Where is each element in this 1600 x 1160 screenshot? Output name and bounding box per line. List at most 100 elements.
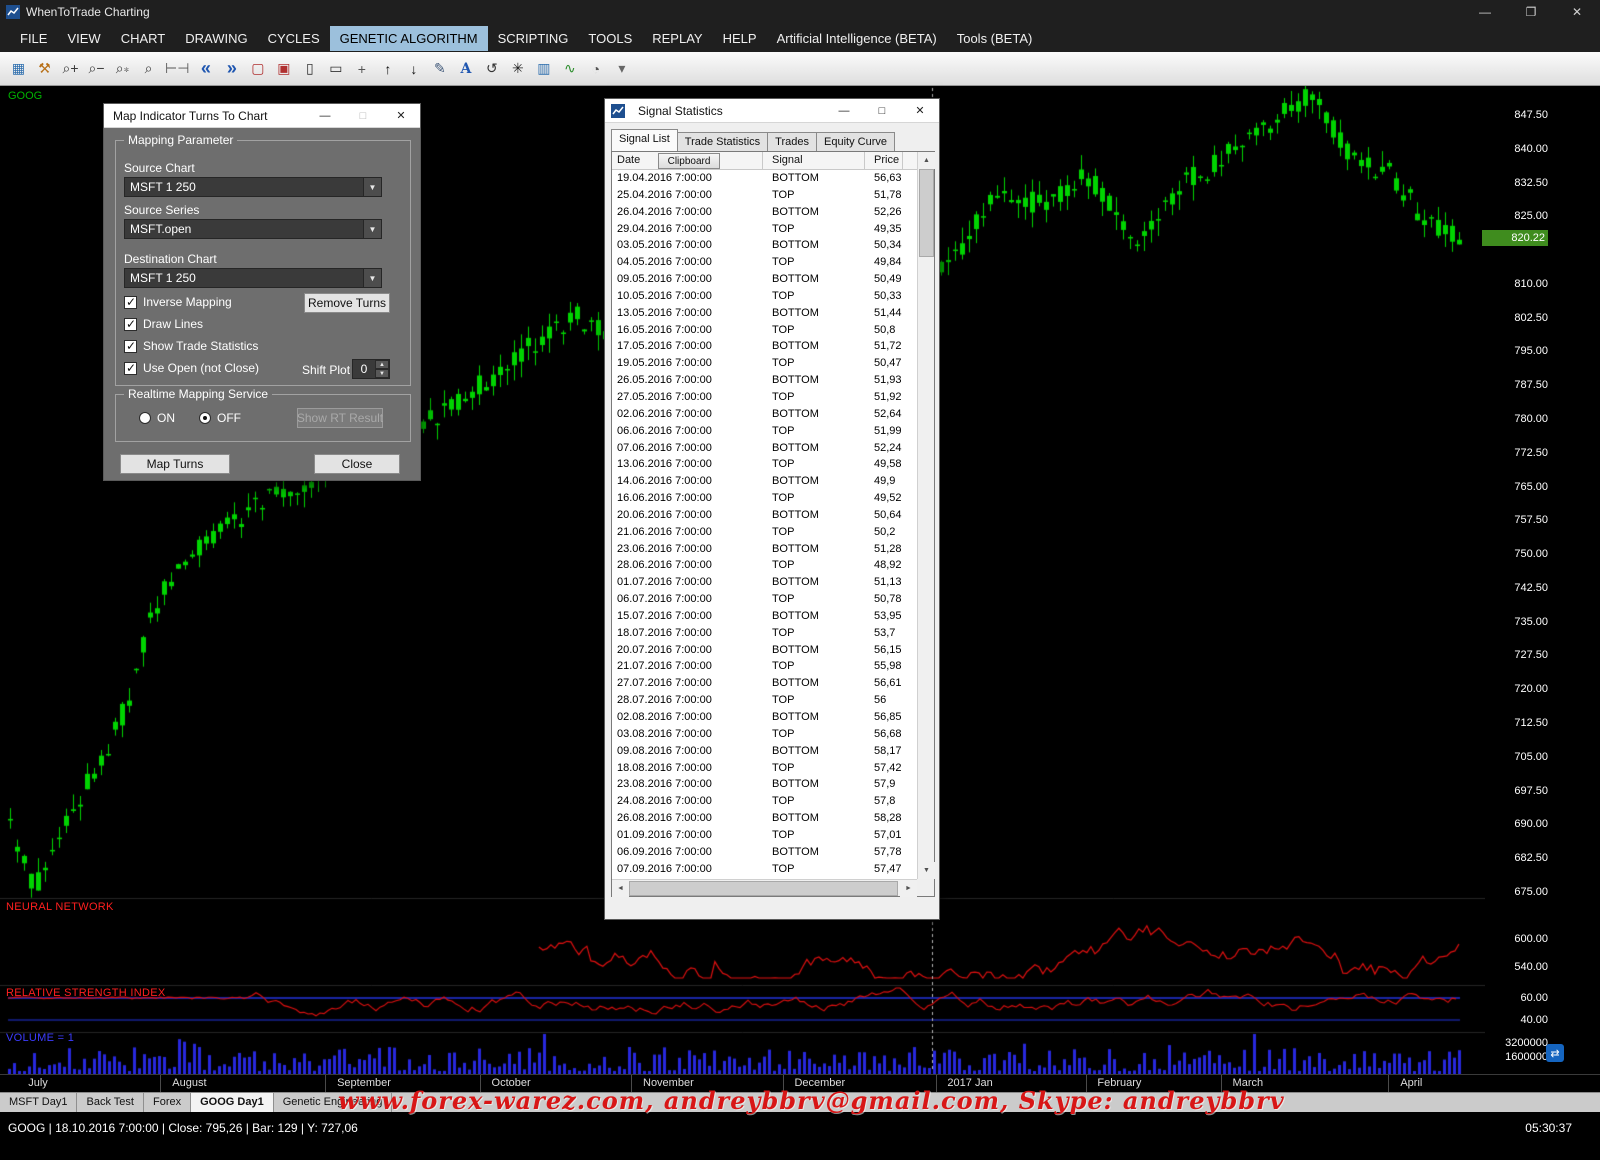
signal-row[interactable]: 03.05.2016 7:00:00BOTTOM50,34 bbox=[612, 237, 917, 254]
menu-tools[interactable]: TOOLS bbox=[578, 26, 642, 51]
realtime-on-radio[interactable]: ON bbox=[139, 411, 175, 425]
signal-row[interactable]: 20.06.2016 7:00:00BOTTOM50,64 bbox=[612, 507, 917, 524]
menu-drawing[interactable]: DRAWING bbox=[175, 26, 257, 51]
signal-row[interactable]: 16.06.2016 7:00:00TOP49,52 bbox=[612, 490, 917, 507]
inverse-mapping-checkbox[interactable]: ✓ Inverse Mapping bbox=[124, 295, 232, 309]
scroll-right-icon[interactable]: ► bbox=[900, 880, 917, 897]
signal-row[interactable]: 13.06.2016 7:00:00TOP49,58 bbox=[612, 456, 917, 473]
vertical-scrollbar[interactable]: ▲ ▼ bbox=[917, 152, 934, 879]
destination-chart-select[interactable]: MSFT 1 250 ▼ bbox=[124, 268, 382, 288]
menu-scripting[interactable]: SCRIPTING bbox=[488, 26, 579, 51]
signal-row[interactable]: 26.05.2016 7:00:00BOTTOM51,93 bbox=[612, 372, 917, 389]
signal-row[interactable]: 17.05.2016 7:00:00BOTTOM51,72 bbox=[612, 338, 917, 355]
signal-dialog-minimize-button[interactable]: — bbox=[825, 99, 863, 123]
chart-setup-icon[interactable]: ▦ bbox=[6, 56, 31, 82]
signal-row[interactable]: 27.07.2016 7:00:00BOTTOM56,61 bbox=[612, 675, 917, 692]
spider-icon[interactable]: ✳ bbox=[505, 56, 530, 82]
step-forward-icon[interactable]: » bbox=[219, 56, 244, 82]
tab-trades[interactable]: Trades bbox=[767, 132, 817, 151]
tab-signal-list[interactable]: Signal List bbox=[611, 129, 678, 151]
realtime-off-radio[interactable]: OFF bbox=[199, 411, 241, 425]
signal-dialog-maximize-button[interactable]: □ bbox=[863, 99, 901, 123]
close-button[interactable]: ✕ bbox=[1554, 0, 1600, 24]
map-dialog-minimize-button[interactable]: — bbox=[306, 104, 344, 128]
source-series-select[interactable]: MSFT.open ▼ bbox=[124, 219, 382, 239]
signal-dialog-titlebar[interactable]: Signal Statistics — □ ✕ bbox=[605, 99, 939, 123]
map-dialog-titlebar[interactable]: Map Indicator Turns To Chart — □ ✕ bbox=[104, 104, 420, 128]
use-open-checkbox[interactable]: ✓ Use Open (not Close) bbox=[124, 361, 259, 375]
signal-row[interactable]: 06.09.2016 7:00:00BOTTOM57,78 bbox=[612, 844, 917, 861]
signal-row[interactable]: 20.07.2016 7:00:00BOTTOM56,15 bbox=[612, 642, 917, 659]
signal-row[interactable]: 07.09.2016 7:00:00TOP57,47 bbox=[612, 861, 917, 878]
signal-row[interactable]: 04.05.2016 7:00:00TOP49,84 bbox=[612, 254, 917, 271]
timer-icon[interactable]: ◔ bbox=[583, 56, 608, 82]
map-turns-button[interactable]: Map Turns bbox=[120, 454, 230, 474]
menu-file[interactable]: FILE bbox=[10, 26, 57, 51]
tablet-icon[interactable]: ▭ bbox=[323, 56, 348, 82]
signal-row[interactable]: 19.04.2016 7:00:00BOTTOM56,63 bbox=[612, 170, 917, 187]
signal-row[interactable]: 03.08.2016 7:00:00TOP56,68 bbox=[612, 726, 917, 743]
step-back-icon[interactable]: « bbox=[193, 56, 218, 82]
chart-tab-forex[interactable]: Forex bbox=[144, 1093, 191, 1112]
scrollbar-thumb[interactable] bbox=[629, 881, 898, 896]
draw-lines-checkbox[interactable]: ✓ Draw Lines bbox=[124, 317, 203, 331]
source-chart-select[interactable]: MSFT 1 250 ▼ bbox=[124, 177, 382, 197]
remove-turns-button[interactable]: Remove Turns bbox=[304, 293, 390, 313]
menu-chart[interactable]: CHART bbox=[111, 26, 176, 51]
minimize-button[interactable]: — bbox=[1462, 0, 1508, 24]
signal-row[interactable]: 29.04.2016 7:00:00TOP49,35 bbox=[612, 221, 917, 238]
signal-row[interactable]: 06.07.2016 7:00:00TOP50,78 bbox=[612, 591, 917, 608]
signal-row[interactable]: 07.06.2016 7:00:00BOTTOM52,24 bbox=[612, 440, 917, 457]
line-chart-icon[interactable]: ∿ bbox=[557, 56, 582, 82]
signal-row[interactable]: 25.04.2016 7:00:00TOP51,78 bbox=[612, 187, 917, 204]
menu-help[interactable]: HELP bbox=[713, 26, 767, 51]
restore-button[interactable]: ❐ bbox=[1508, 0, 1554, 24]
toolbar-overflow-icon[interactable]: ▾ bbox=[609, 56, 634, 82]
signal-row[interactable]: 21.06.2016 7:00:00TOP50,2 bbox=[612, 524, 917, 541]
menu-replay[interactable]: REPLAY bbox=[642, 26, 712, 51]
close-dialog-button[interactable]: Close bbox=[314, 454, 400, 474]
tab-trade-statistics[interactable]: Trade Statistics bbox=[677, 132, 768, 151]
scroll-down-icon[interactable]: ▼ bbox=[918, 862, 935, 879]
scroll-left-icon[interactable]: ◄ bbox=[612, 880, 629, 897]
signal-row[interactable]: 27.05.2016 7:00:00TOP51,92 bbox=[612, 389, 917, 406]
signal-row[interactable]: 01.09.2016 7:00:00TOP57,01 bbox=[612, 827, 917, 844]
signal-row[interactable]: 10.05.2016 7:00:00TOP50,33 bbox=[612, 288, 917, 305]
scrollbar-thumb[interactable] bbox=[919, 169, 934, 257]
chart-tab-msft-day1[interactable]: MSFT Day1 bbox=[0, 1093, 77, 1112]
clipboard-button[interactable]: Clipboard bbox=[658, 153, 720, 169]
plus-icon[interactable]: + bbox=[349, 56, 374, 82]
arrow-down-icon[interactable]: ↓ bbox=[401, 56, 426, 82]
scroll-up-icon[interactable]: ▲ bbox=[918, 152, 935, 169]
signal-row[interactable]: 28.06.2016 7:00:00TOP48,92 bbox=[612, 557, 917, 574]
chevron-down-icon[interactable]: ▼ bbox=[363, 269, 381, 287]
chevron-down-icon[interactable]: ▼ bbox=[363, 220, 381, 238]
menu-view[interactable]: VIEW bbox=[57, 26, 110, 51]
signal-row[interactable]: 18.08.2016 7:00:00TOP57,42 bbox=[612, 760, 917, 777]
map-dialog-close-button[interactable]: ✕ bbox=[382, 104, 420, 128]
arrow-up-icon[interactable]: ↑ bbox=[375, 56, 400, 82]
signal-row[interactable]: 16.05.2016 7:00:00TOP50,8 bbox=[612, 322, 917, 339]
signal-row[interactable]: 19.05.2016 7:00:00TOP50,47 bbox=[612, 355, 917, 372]
spin-up-icon[interactable]: ▲ bbox=[375, 360, 389, 369]
menu-artificial-intelligence-beta-[interactable]: Artificial Intelligence (BETA) bbox=[767, 26, 947, 51]
signal-row[interactable]: 23.08.2016 7:00:00BOTTOM57,9 bbox=[612, 776, 917, 793]
chevron-down-icon[interactable]: ▼ bbox=[363, 178, 381, 196]
signal-row[interactable]: 26.04.2016 7:00:00BOTTOM52,26 bbox=[612, 204, 917, 221]
menu-genetic-algorithm[interactable]: GENETIC ALGORITHM bbox=[330, 26, 488, 51]
signal-row[interactable]: 02.08.2016 7:00:00BOTTOM56,85 bbox=[612, 709, 917, 726]
signal-row[interactable]: 23.06.2016 7:00:00BOTTOM51,28 bbox=[612, 541, 917, 558]
signal-dialog-close-button[interactable]: ✕ bbox=[901, 99, 939, 123]
chart-tab-back-test[interactable]: Back Test bbox=[77, 1093, 144, 1112]
zoom-out-icon[interactable]: ⌕− bbox=[84, 56, 109, 82]
select-grid-icon[interactable]: ▣ bbox=[271, 56, 296, 82]
select-region-icon[interactable]: ▢ bbox=[245, 56, 270, 82]
signal-row[interactable]: 09.05.2016 7:00:00BOTTOM50,49 bbox=[612, 271, 917, 288]
signal-row[interactable]: 02.06.2016 7:00:00BOTTOM52,64 bbox=[612, 406, 917, 423]
pencil-icon[interactable]: ✎ bbox=[427, 56, 452, 82]
signal-row[interactable]: 06.06.2016 7:00:00TOP51,99 bbox=[612, 423, 917, 440]
signal-row[interactable]: 24.08.2016 7:00:00TOP57,8 bbox=[612, 793, 917, 810]
signal-row[interactable]: 26.08.2016 7:00:00BOTTOM58,28 bbox=[612, 810, 917, 827]
zoom-in-icon[interactable]: ⌕+ bbox=[58, 56, 83, 82]
zoom-reset-icon[interactable]: ⌕ bbox=[136, 56, 161, 82]
